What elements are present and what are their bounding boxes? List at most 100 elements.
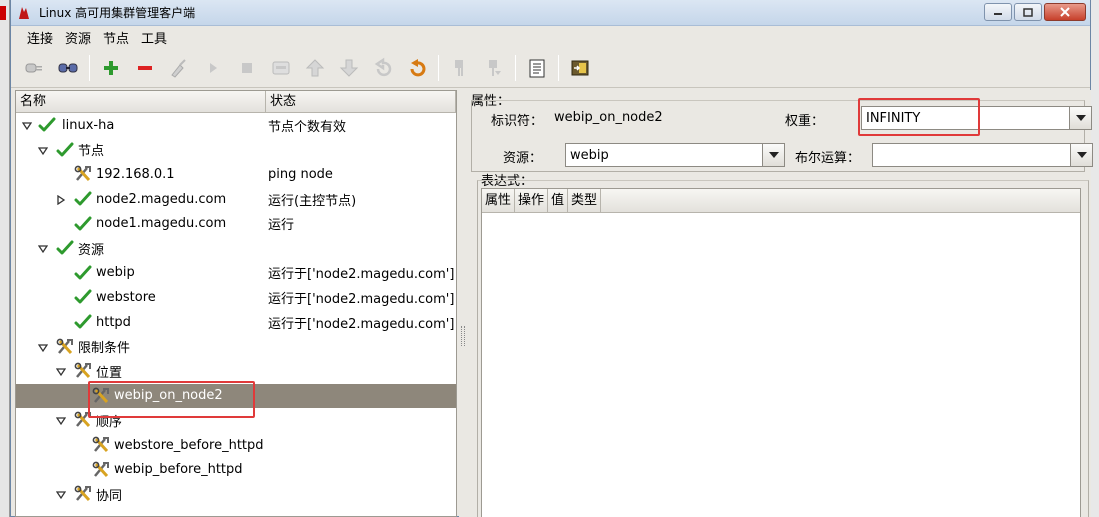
menu-connect[interactable]: 连接 (21, 28, 59, 47)
tree-item-label: 协同 (96, 488, 123, 504)
tree-item-nodes[interactable]: 节点 (16, 138, 456, 163)
tree-item-ping-node[interactable]: 192.168.0.1 ping node (16, 162, 456, 187)
constraint-tools-icon (92, 436, 110, 454)
move-up-icon (305, 58, 325, 76)
start-button[interactable] (196, 53, 230, 83)
cleanup-button[interactable] (162, 53, 196, 83)
tree-item-label: 192.168.0.1 (96, 166, 175, 182)
bool-op-dropdown-button[interactable] (1070, 144, 1092, 166)
tree-item-linux-ha[interactable]: linux-ha 节点个数有效 (16, 113, 456, 138)
close-button[interactable] (1044, 3, 1086, 21)
tree-item-label: 位置 (96, 365, 123, 381)
resource-dropdown-button[interactable] (762, 144, 784, 166)
tree-item-label: 资源 (78, 242, 105, 258)
menu-tools[interactable]: 工具 (135, 28, 173, 47)
remove-button[interactable] (128, 53, 162, 83)
move-down-button[interactable] (332, 53, 366, 83)
tree-item-webip-on-node2[interactable]: webip_on_node2 (16, 383, 456, 409)
add-icon (104, 60, 118, 75)
tree-item-location[interactable]: 位置 (16, 359, 456, 384)
expanded-arrow-icon[interactable] (37, 243, 49, 254)
move-down-icon (339, 59, 359, 77)
tree-item-label: 顺序 (96, 414, 123, 430)
expanded-arrow-icon[interactable] (55, 366, 67, 377)
column-header-status[interactable]: 状态 (266, 91, 456, 112)
connect-icon (25, 63, 42, 72)
weight-combobox[interactable]: INFINITY (861, 106, 1092, 130)
pane-splitter[interactable] (459, 90, 467, 517)
resource-label: 资源： (503, 151, 543, 166)
column-header-name[interactable]: 名称 (16, 91, 266, 112)
tree-item-label: node2.magedu.com (96, 191, 227, 207)
minimize-button[interactable] (984, 3, 1012, 21)
tree-item-label: 限制条件 (78, 341, 131, 357)
active-button[interactable] (477, 53, 511, 83)
tree-item-status: 运行于['node2.magedu.com'] (268, 267, 455, 283)
column-header-operation[interactable]: 操作 (515, 189, 549, 212)
tree-item-label: webstore (96, 289, 156, 305)
move-up-button[interactable] (298, 53, 332, 83)
refresh-button[interactable] (400, 53, 434, 83)
chevron-down-icon (768, 152, 779, 158)
tree-item-webstore[interactable]: webstore 运行于['node2.magedu.com'] (16, 285, 456, 310)
expression-table-header: 属性 操作 值 类型 (482, 189, 1080, 213)
column-header-attribute[interactable]: 属性 (482, 189, 516, 212)
standby-button[interactable] (443, 53, 477, 83)
resource-value: webip (570, 147, 609, 163)
tree-item-label: webstore_before_httpd (114, 437, 264, 453)
undo-icon (374, 57, 392, 76)
tree-item-colocation[interactable]: 协同 (16, 482, 456, 507)
minimize-icon (994, 13, 1002, 15)
ok-check-icon (74, 190, 92, 208)
active-icon (489, 59, 501, 76)
tree-item-label: webip_before_httpd (114, 462, 243, 478)
cluster-tree-panel: 名称 状态 linux-ha 节点个数有效 节点 192.168.0.1 ping no… (15, 90, 457, 517)
constraint-tools-icon (74, 485, 92, 503)
menu-resources[interactable]: 资源 (59, 28, 97, 47)
exit-icon (571, 60, 589, 75)
migrate-button[interactable] (264, 53, 298, 83)
tree-item-webstore-before-httpd[interactable]: webstore_before_httpd (16, 433, 456, 458)
exit-button[interactable] (563, 53, 597, 83)
constraint-tools-icon (74, 411, 92, 429)
document-icon (529, 59, 545, 77)
disconnect-button[interactable] (51, 53, 85, 83)
column-header-value[interactable]: 值 (548, 189, 569, 212)
refresh-icon (410, 58, 426, 76)
tree-item-webip-before-httpd[interactable]: webip_before_httpd (16, 457, 456, 482)
collapsed-arrow-icon[interactable] (56, 194, 66, 206)
column-header-type[interactable]: 类型 (568, 189, 602, 212)
menu-nodes[interactable]: 节点 (97, 28, 135, 47)
tree-item-status: 运行 (268, 218, 295, 234)
tree-item-webip[interactable]: webip 运行于['node2.magedu.com'] (16, 261, 456, 286)
menu-bar: 连接 资源 节点 工具 (11, 26, 1090, 48)
tree-item-resources[interactable]: 资源 (16, 236, 456, 261)
id-label: 标识符： (491, 114, 544, 129)
weight-dropdown-button[interactable] (1069, 107, 1091, 129)
resource-combobox[interactable]: webip (565, 143, 785, 167)
tree-item-httpd[interactable]: httpd 运行于['node2.magedu.com'] (16, 310, 456, 335)
maximize-button[interactable] (1014, 3, 1042, 21)
tree-item-node2[interactable]: node2.magedu.com 运行(主控节点) (16, 187, 456, 212)
title-bar[interactable]: Linux 高可用集群管理客户端 (11, 0, 1090, 26)
bool-op-combobox[interactable] (872, 143, 1093, 167)
tree-header: 名称 状态 (16, 91, 456, 113)
expanded-arrow-icon[interactable] (55, 489, 67, 500)
splitter-grip[interactable] (461, 326, 465, 346)
expanded-arrow-icon[interactable] (37, 342, 49, 352)
tree-item-node1[interactable]: node1.magedu.com 运行 (16, 211, 456, 236)
undo-button[interactable] (366, 53, 400, 83)
expanded-arrow-icon[interactable] (55, 415, 67, 426)
add-button[interactable] (94, 53, 128, 83)
expanded-arrow-icon[interactable] (37, 145, 49, 156)
chevron-down-icon (1076, 152, 1087, 158)
tree-item-status: ping node (268, 166, 333, 182)
document-button[interactable] (520, 53, 554, 83)
bool-op-label: 布尔运算： (795, 151, 861, 166)
stop-button[interactable] (230, 53, 264, 83)
tree-item-order[interactable]: 顺序 (16, 408, 456, 433)
tree-item-constraints[interactable]: 限制条件 (16, 334, 456, 359)
connect-button[interactable] (17, 53, 51, 83)
ok-check-icon (74, 264, 92, 282)
expanded-arrow-icon[interactable] (21, 120, 33, 131)
